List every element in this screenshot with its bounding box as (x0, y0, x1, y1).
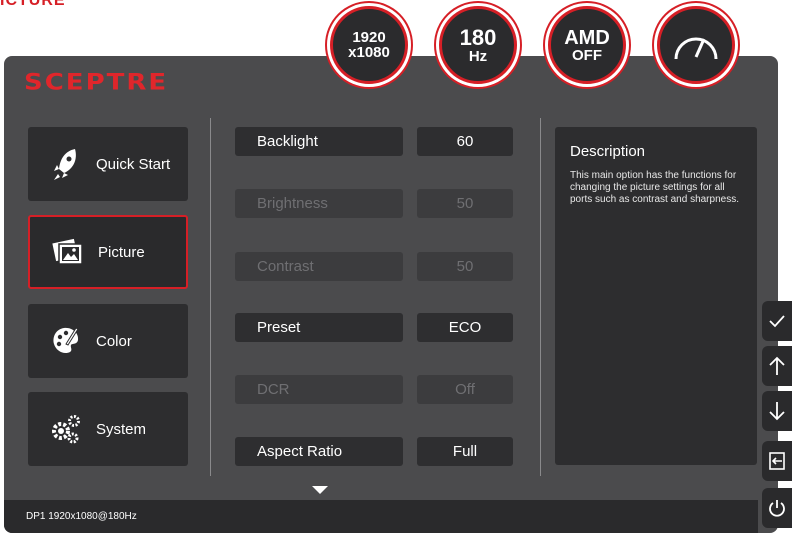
description-text: This main option has the functions for c… (570, 170, 739, 205)
exit-icon (769, 452, 785, 470)
down-button[interactable] (762, 391, 792, 431)
power-icon (769, 500, 785, 517)
status-text: DP1 1920x1080@180Hz (26, 511, 137, 522)
refresh-rate-unit: Hz (468, 47, 488, 65)
nav-label: Quick Start (96, 155, 171, 173)
description-panel: Description This main option has the fun… (555, 127, 757, 465)
nav-quick-start[interactable]: Quick Start (28, 127, 188, 201)
status-bar: DP1 1920x1080@180Hz (4, 500, 758, 533)
nav-system[interactable]: System (28, 392, 188, 466)
setting-dcr: DCR (235, 375, 403, 404)
up-button[interactable] (762, 346, 792, 386)
divider-right (540, 118, 541, 476)
refresh-rate-value: 180 (459, 24, 497, 50)
palette-icon (50, 325, 82, 357)
resolution-line1: 1920 (352, 29, 386, 46)
arrow-up-icon (769, 356, 785, 375)
setting-contrast: Contrast (235, 252, 403, 281)
divider-left (210, 118, 211, 476)
nav-label: System (96, 420, 147, 438)
exit-button[interactable] (762, 441, 792, 481)
setting-dcr-value: Off (417, 375, 513, 404)
setting-aspect-ratio-value[interactable]: Full (417, 437, 513, 466)
amd-label: AMD (564, 26, 610, 49)
setting-backlight[interactable]: Backlight (235, 127, 403, 156)
power-button[interactable] (762, 488, 792, 528)
setting-preset[interactable]: Preset (235, 313, 403, 342)
rocket-icon (50, 148, 82, 180)
amd-badge: AMD OFF (548, 6, 626, 84)
setting-brightness: Brightness (235, 189, 403, 218)
speed-badge (657, 6, 735, 84)
refresh-rate-badge: 180 Hz (439, 6, 517, 84)
nav-picture[interactable]: Picture (28, 215, 188, 289)
speedometer-icon (674, 37, 718, 60)
resolution-badge: 1920 x1080 (330, 6, 408, 84)
nav-label: Color (96, 332, 132, 350)
setting-backlight-value[interactable]: 60 (417, 127, 513, 156)
check-icon (769, 315, 785, 328)
setting-aspect-ratio[interactable]: Aspect Ratio (235, 437, 403, 466)
nav-color[interactable]: Color (28, 304, 188, 378)
gears-icon (50, 413, 82, 445)
setting-contrast-value: 50 (417, 252, 513, 281)
resolution-line2: x1080 (348, 44, 390, 61)
brand-logo: SCEPTRE (24, 70, 169, 96)
amd-status: OFF (572, 46, 602, 64)
top-left-text: ICTURE (0, 0, 66, 9)
confirm-button[interactable] (762, 301, 792, 341)
scroll-down-indicator[interactable] (312, 486, 328, 494)
arrow-down-icon (769, 402, 785, 421)
picture-icon (52, 236, 84, 268)
description-title: Description (570, 143, 646, 160)
setting-brightness-value: 50 (417, 189, 513, 218)
setting-preset-value[interactable]: ECO (417, 313, 513, 342)
nav-label: Picture (98, 243, 145, 261)
